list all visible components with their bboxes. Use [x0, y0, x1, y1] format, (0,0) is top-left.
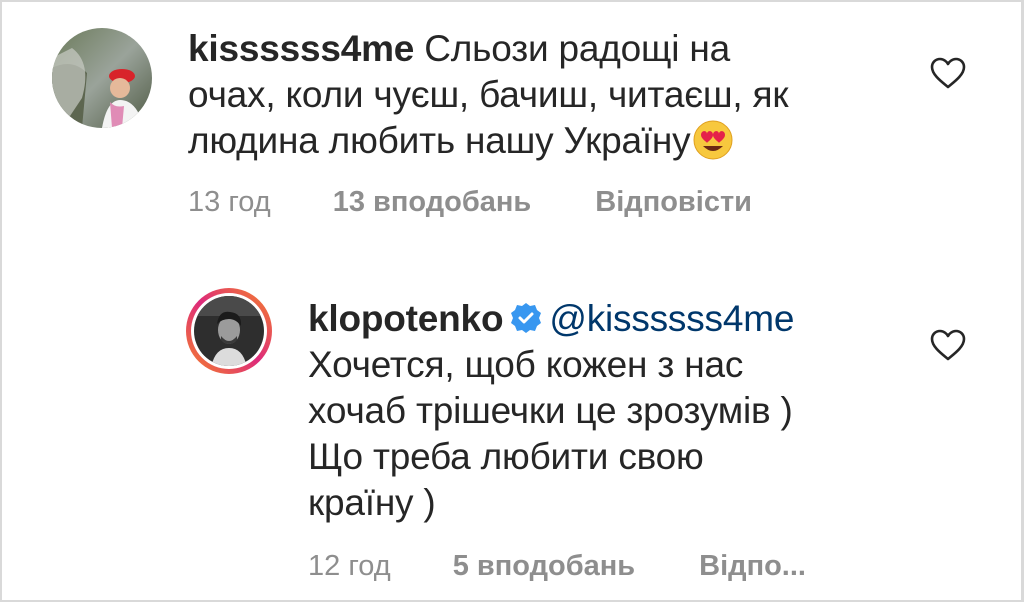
- comment-time[interactable]: 12 год: [308, 550, 391, 582]
- comment-text-line: Хочется, щоб кожен з нас: [308, 344, 744, 385]
- comment-username[interactable]: kissssss4me: [188, 28, 414, 69]
- reply-button[interactable]: Відпо...: [699, 550, 806, 582]
- heart-eyes-emoji: [692, 119, 734, 161]
- comment-time[interactable]: 13 год: [188, 186, 271, 218]
- comment-text-line: Що треба любити свою: [308, 436, 704, 477]
- heart-outline-icon[interactable]: [929, 328, 967, 362]
- comment-text: kissssss4me Сльози радощі на очах, коли …: [188, 26, 908, 164]
- verified-badge-icon: [509, 300, 543, 334]
- reply-comment-item: klopotenko @kissssss4me Хочется, щоб кож…: [2, 272, 1022, 602]
- reply-button[interactable]: Відповісти: [595, 186, 752, 218]
- comment-meta: 12 год 5 вподобань Відпо...: [308, 548, 806, 584]
- comment-text-line: хочаб трішечки це зрозумів ): [308, 390, 793, 431]
- mention-link[interactable]: @kissssss4me: [549, 298, 794, 339]
- comment-text-line: країну ): [308, 482, 436, 523]
- likes-count[interactable]: 13 вподобань: [333, 186, 532, 218]
- comments-panel: kissssss4me Сльози радощі на очах, коли …: [0, 0, 1024, 602]
- comment-meta: 13 год 13 вподобань Відповісти: [188, 184, 752, 220]
- comment-username[interactable]: klopotenko: [308, 298, 504, 339]
- comment-text: klopotenko @kissssss4me Хочется, щоб кож…: [308, 296, 908, 526]
- comment-item: kissssss4me Сльози радощі на очах, коли …: [2, 2, 1022, 242]
- comment-text-line: очах, коли чуєш, бачиш, читаєш, як: [188, 74, 789, 115]
- comment-text-line: людина любить нашу Україну: [188, 120, 691, 161]
- likes-count[interactable]: 5 вподобань: [453, 550, 635, 582]
- avatar[interactable]: [52, 28, 152, 128]
- comment-text-line: Сльози радощі на: [414, 28, 731, 69]
- heart-outline-icon[interactable]: [929, 56, 967, 90]
- avatar[interactable]: [184, 286, 274, 376]
